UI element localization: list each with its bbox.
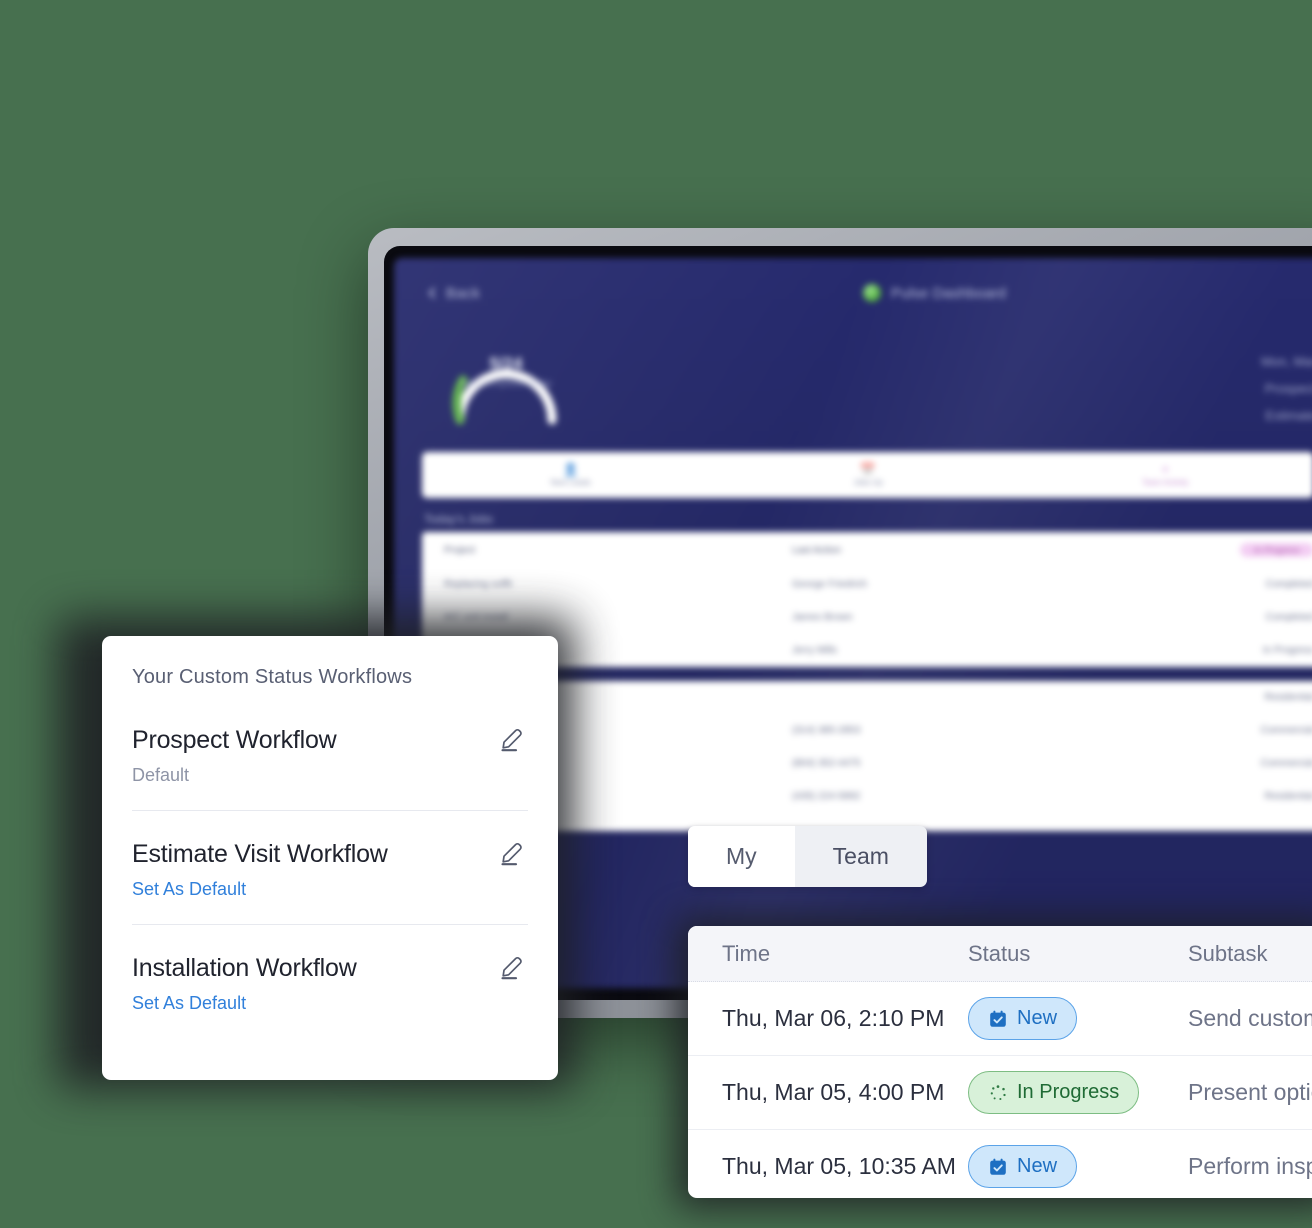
tab-team[interactable]: Team (795, 826, 927, 887)
workflow-item-0: Prospect Workflow Default (132, 723, 528, 810)
task-table-header: Time Status Subtask (688, 926, 1312, 982)
workflow-item-2: Installation Workflow Set As Default (132, 924, 528, 1038)
gauge-value: 5/24 (489, 354, 523, 373)
cell-time: Thu, Mar 05, 10:35 AM (722, 1153, 956, 1179)
kpi-card-0[interactable]: 👤 New Leads (422, 463, 719, 487)
brand-badge: Pulse Dashboard (862, 284, 1006, 302)
jobs-gauge: 5/24 Jobs Completed Today (442, 316, 570, 432)
view-tabs: My Team (688, 826, 927, 887)
status-badge[interactable]: In Progress (968, 1071, 1140, 1114)
cell-phone: (804) 352-4475 (792, 758, 861, 769)
table-row[interactable]: Thu, Mar 06, 2:10 PM New Send customer e… (688, 982, 1312, 1056)
kpi-bar: 👤 New Leads 📅 Jobs Up ✦ Team Activity (422, 452, 1312, 498)
cell-status: In Progress (968, 1071, 1188, 1114)
cell-action: James Brown (792, 612, 853, 623)
cell-action: George Friedrich (792, 579, 868, 590)
back-button[interactable]: Back (428, 284, 481, 302)
set-as-default-link[interactable]: Set As Default (132, 879, 528, 900)
kpi-card-1[interactable]: 📅 Jobs Up (719, 463, 1016, 487)
screen-topbar: Back Pulse Dashboard (394, 258, 1312, 302)
kpi-label-0: New Leads (550, 478, 591, 487)
right-stat-1: Prospect (1264, 381, 1312, 396)
workflow-name: Estimate Visit Workflow (132, 840, 388, 868)
table-row: Project Last Action In Progress (422, 532, 1312, 568)
kpi-label-1: Jobs Up (853, 478, 883, 487)
column-header-subtask: Subtask (1188, 940, 1268, 966)
kpi-card-2[interactable]: ✦ Team Activity (1017, 463, 1312, 487)
brand-label: Pulse Dashboard (890, 284, 1006, 302)
cell-phone: (435) 224-5892 (792, 791, 861, 802)
cell-project: Replacing soffit (444, 579, 513, 590)
cell-time: Thu, Mar 06, 2:10 PM (722, 1005, 945, 1031)
cell-type: Residential (1264, 791, 1312, 802)
sparkle-icon: ✦ (1159, 462, 1171, 477)
cell-action: Last Action (792, 544, 841, 556)
table-row: Replacing soffit George Friedrich Comple… (422, 568, 1312, 601)
column-header-time: Time (722, 940, 771, 966)
table-row[interactable]: Thu, Mar 05, 4:00 PM In Progress Present… (688, 1056, 1312, 1130)
cell-subtask: Perform inspection (1188, 1153, 1312, 1179)
cell-subtask: Send customer estimate (1188, 1005, 1312, 1031)
cell-type: Commercial (1260, 725, 1312, 736)
back-label: Back (446, 284, 481, 302)
scene: Back Pulse Dashboard 5/24 Jobs Completed… (0, 0, 1312, 1228)
right-stat-0: Mon, Mar (1261, 354, 1312, 369)
table-row[interactable]: Thu, Mar 05, 10:35 AM New Perform inspec… (688, 1130, 1312, 1198)
cell-type: Commercial (1260, 758, 1312, 769)
cell-type: Residential (1264, 692, 1312, 703)
workflow-name: Installation Workflow (132, 954, 357, 982)
chevron-left-icon (428, 287, 440, 299)
kpi-label-2: Team Activity (1141, 478, 1189, 487)
cell-status: Completed (1265, 612, 1312, 623)
status-label: In Progress (1017, 1081, 1120, 1103)
gauge-section: 5/24 Jobs Completed Today (394, 302, 1312, 432)
calendar-check-icon (988, 1157, 1008, 1177)
cell-phone: (314) 385-2853 (792, 725, 861, 736)
status-label: New (1017, 1007, 1058, 1029)
calendar-check-icon (988, 1009, 1008, 1029)
column-header-status: Status (968, 940, 1031, 966)
cell-action: Jerry Mills (792, 645, 837, 656)
workflow-item-1: Estimate Visit Workflow Set As Default (132, 810, 528, 924)
cell-subtask: Present options (1188, 1079, 1312, 1105)
calendar-icon: 📅 (859, 462, 877, 477)
cell-status: New (968, 1145, 1188, 1188)
cell-project: Project (444, 544, 476, 556)
workflow-name: Prospect Workflow (132, 726, 337, 754)
cell-status: In Progress (1262, 645, 1312, 656)
cell-status: In Progress (1088, 543, 1312, 557)
pencil-edit-icon[interactable] (498, 951, 528, 986)
workflow-card: Your Custom Status Workflows Prospect Wo… (102, 636, 558, 1080)
status-label: New (1017, 1155, 1058, 1177)
screen-section-title: Today's Jobs (424, 512, 493, 526)
right-stat-2: Estimate (1265, 408, 1312, 423)
gauge-caption: Jobs Completed Today (460, 378, 552, 388)
status-badge[interactable]: New (968, 1145, 1078, 1188)
person-icon: 👤 (562, 462, 579, 477)
spinner-icon (988, 1083, 1008, 1103)
status-badge[interactable]: New (968, 997, 1078, 1040)
brand-logo-icon (862, 284, 881, 302)
workflow-status: Default (132, 765, 190, 785)
pencil-edit-icon[interactable] (498, 837, 528, 872)
cell-status: New (968, 997, 1188, 1040)
workflow-card-title: Your Custom Status Workflows (132, 666, 413, 688)
status-badge: In Progress (1239, 543, 1312, 557)
screen-right-stats: Mon, Mar Prospect Estimate (1261, 354, 1312, 435)
cell-status: Completed (1265, 579, 1312, 590)
tab-my[interactable]: My (688, 826, 795, 887)
task-panel: Time Status Subtask Thu, Mar 06, 2:10 PM (688, 926, 1312, 1198)
cell-time: Thu, Mar 05, 4:00 PM (722, 1079, 945, 1105)
pencil-edit-icon[interactable] (498, 723, 528, 758)
set-as-default-link[interactable]: Set As Default (132, 993, 528, 1014)
